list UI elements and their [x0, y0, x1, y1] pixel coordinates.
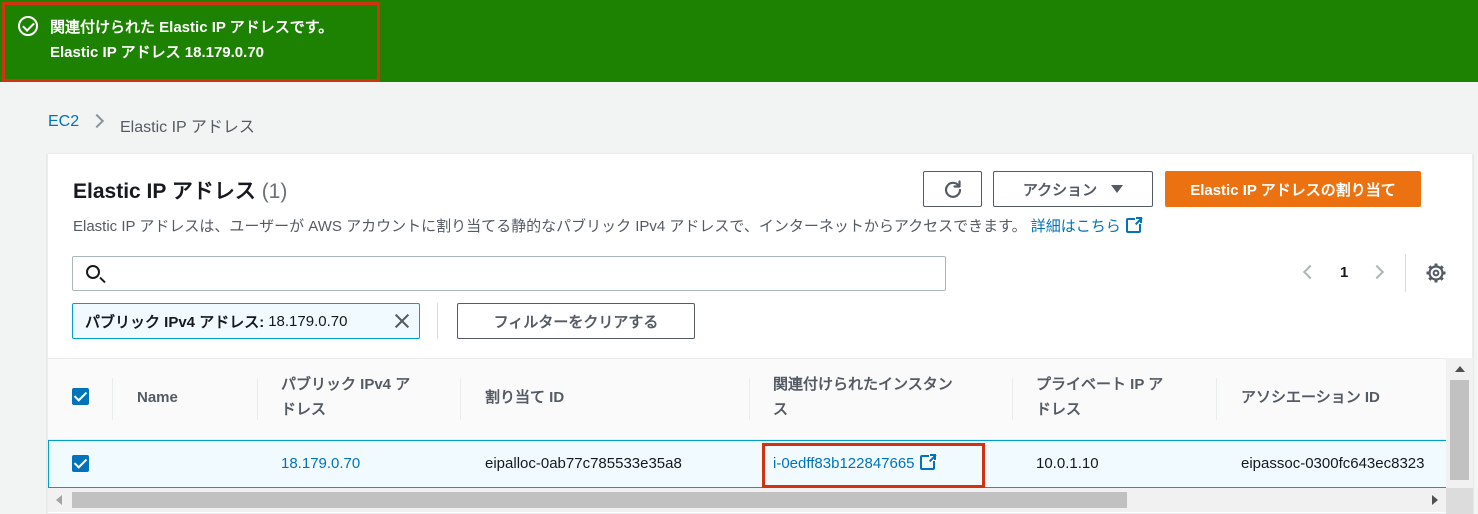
- actions-label: アクション: [1022, 181, 1098, 199]
- page-number[interactable]: 1: [1340, 264, 1348, 281]
- column-header-public-ip-l1: パブリック IPv4 ア: [281, 376, 411, 393]
- panel-title: Elastic IP アドレス (1): [73, 175, 287, 205]
- search-box: [72, 256, 946, 291]
- column-header-association-id[interactable]: アソシエーション ID: [1241, 385, 1380, 410]
- horizontal-scrollbar-thumb[interactable]: [72, 492, 1127, 508]
- column-divider: [257, 378, 258, 420]
- actions-dropdown-button[interactable]: アクション: [993, 171, 1153, 207]
- column-header-public-ip-l2: ドレス: [281, 401, 327, 418]
- column-divider: [749, 378, 750, 420]
- chevron-right-icon: [89, 113, 105, 129]
- clear-filters-button[interactable]: フィルターをクリアする: [457, 303, 695, 339]
- column-header-instance[interactable]: 関連付けられたインスタン ス: [773, 372, 953, 422]
- caret-down-icon: [1111, 185, 1124, 193]
- panel-count: (1): [261, 180, 288, 203]
- column-divider: [1012, 378, 1013, 420]
- scroll-right-arrow-icon[interactable]: [1432, 495, 1438, 505]
- select-all-checkbox[interactable]: [72, 388, 89, 405]
- learn-more-label: 詳細はこちら: [1030, 218, 1121, 235]
- panel-description: Elastic IP アドレスは、ユーザーが AWS アカウントに割り当てる静的…: [73, 215, 1143, 236]
- search-icon: [86, 265, 100, 279]
- filter-token: パブリック IPv4 アドレス: 18.179.0.70: [72, 303, 420, 339]
- column-header-allocation-id[interactable]: 割り当て ID: [485, 385, 564, 410]
- refresh-icon: [944, 180, 961, 198]
- instance-annotation-box: [762, 443, 985, 488]
- cell-allocation-id: eipalloc-0ab77c785533e35a8: [485, 455, 682, 472]
- allocate-eip-button[interactable]: Elastic IP アドレスの割り当て: [1165, 171, 1421, 207]
- column-header-instance-l1: 関連付けられたインスタン: [773, 376, 953, 393]
- column-header-instance-l2: ス: [773, 401, 789, 418]
- learn-more-link[interactable]: 詳細はこちら: [1030, 216, 1143, 235]
- column-header-name[interactable]: Name: [137, 385, 178, 410]
- vertical-scrollbar-thumb[interactable]: [1450, 380, 1469, 480]
- column-divider: [112, 378, 113, 420]
- cell-private-ip: 10.0.1.10: [1036, 455, 1099, 472]
- column-divider: [460, 378, 461, 420]
- table-row[interactable]: [48, 440, 1446, 488]
- column-header-private-ip-l2: ドレス: [1036, 401, 1082, 418]
- panel-description-text: Elastic IP アドレスは、ユーザーが AWS アカウントに割り当てる静的…: [73, 218, 1027, 235]
- filter-divider: [437, 303, 438, 339]
- row-checkbox[interactable]: [72, 455, 89, 472]
- column-header-private-ip[interactable]: プライベート IP ア ドレス: [1036, 372, 1163, 422]
- cell-public-ip-link[interactable]: 18.179.0.70: [281, 455, 360, 472]
- gear-icon[interactable]: [1426, 263, 1446, 283]
- filter-token-key: パブリック IPv4 アドレス:: [85, 313, 265, 331]
- cell-association-id: eipassoc-0300fc643ec8323: [1241, 455, 1425, 472]
- filter-token-value: 18.179.0.70: [268, 312, 348, 330]
- column-divider: [1216, 378, 1217, 420]
- breadcrumb-current: Elastic IP アドレス: [120, 119, 255, 136]
- column-header-public-ip[interactable]: パブリック IPv4 ア ドレス: [281, 372, 410, 422]
- panel-title-text: Elastic IP アドレス: [73, 180, 256, 203]
- scroll-left-arrow-icon[interactable]: [56, 495, 62, 505]
- scrollbar-corner: [1446, 488, 1473, 514]
- pagination-divider: [1405, 254, 1406, 292]
- column-header-private-ip-l1: プライベート IP ア: [1036, 376, 1164, 393]
- scroll-up-arrow-icon[interactable]: [1455, 366, 1465, 372]
- external-link-icon: [1125, 216, 1143, 233]
- refresh-button[interactable]: [923, 171, 982, 207]
- breadcrumb-ec2-link[interactable]: EC2: [48, 113, 79, 131]
- search-input[interactable]: [111, 261, 931, 287]
- close-icon[interactable]: [393, 312, 411, 330]
- flash-annotation-box: [2, 2, 380, 82]
